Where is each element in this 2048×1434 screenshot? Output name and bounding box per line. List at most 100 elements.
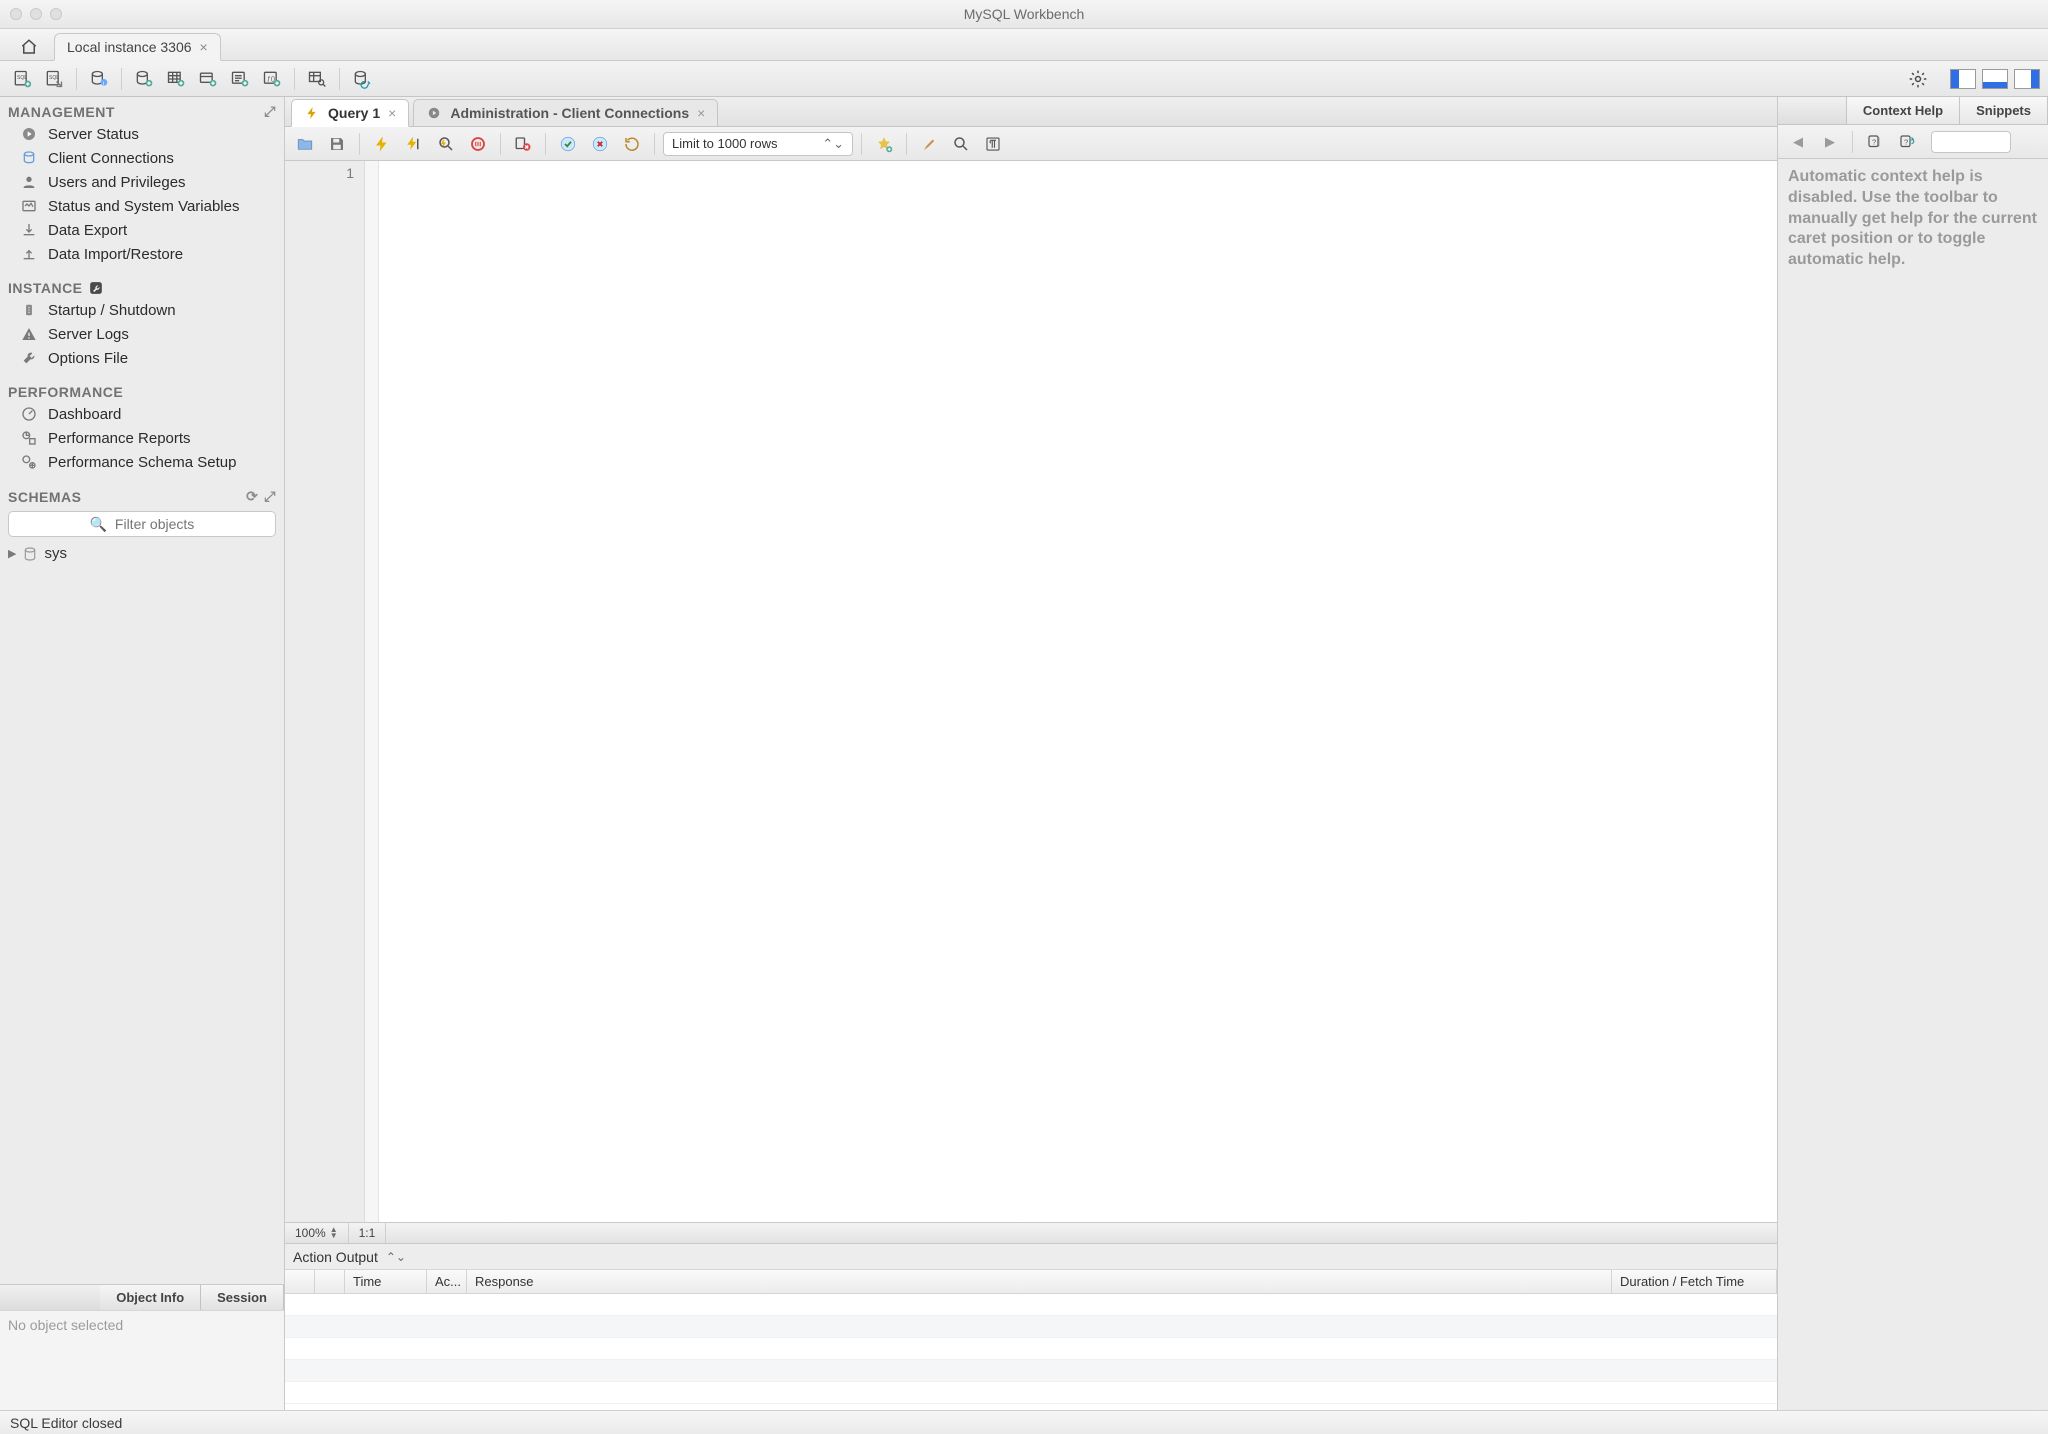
schemas-header-label: SCHEMAS [8, 489, 82, 505]
tab-context-help[interactable]: Context Help [1847, 97, 1960, 124]
table-row[interactable] [285, 1360, 1777, 1382]
nav-performance-reports[interactable]: Performance Reports [0, 426, 284, 450]
nav-label: Status and System Variables [48, 198, 239, 215]
zoom-cell[interactable]: 100% ▲▼ [285, 1223, 349, 1243]
help-back-button[interactable]: ◀ [1784, 129, 1812, 155]
manual-help-button[interactable]: ? [1861, 129, 1889, 155]
tab-label: Query 1 [328, 105, 380, 121]
open-file-button[interactable] [291, 131, 319, 157]
svg-text:SQL: SQL [17, 75, 27, 81]
new-table-button[interactable] [162, 66, 190, 92]
commit-icon [559, 135, 577, 153]
output-type-label[interactable]: Action Output [293, 1249, 378, 1265]
editor-tab-query1[interactable]: Query 1 × [291, 99, 409, 127]
beautify-sql-button[interactable] [915, 131, 943, 157]
new-view-button[interactable] [194, 66, 222, 92]
new-procedure-button[interactable] [226, 66, 254, 92]
row-limit-label: Limit to 1000 rows [672, 136, 778, 151]
col-response[interactable]: Response [467, 1270, 1612, 1293]
disclosure-triangle-icon[interactable]: ▶ [8, 547, 16, 560]
nav-client-connections[interactable]: Client Connections [0, 146, 284, 170]
find-button[interactable] [947, 131, 975, 157]
execute-button[interactable] [368, 131, 396, 157]
save-file-button[interactable] [323, 131, 351, 157]
commit-button[interactable] [554, 131, 582, 157]
close-icon[interactable]: × [388, 105, 396, 121]
schema-label: sys [44, 545, 67, 562]
lightning-icon [373, 135, 391, 153]
broom-icon [920, 135, 938, 153]
chevron-updown-icon[interactable]: ⌃⌄ [386, 1250, 406, 1264]
table-row[interactable] [285, 1316, 1777, 1338]
nav-startup-shutdown[interactable]: Startup / Shutdown [0, 298, 284, 322]
explain-button[interactable] [432, 131, 460, 157]
close-icon[interactable]: × [200, 39, 208, 55]
refresh-icon[interactable]: ⟳ [246, 488, 258, 505]
zoom-stepper[interactable]: ▲▼ [330, 1227, 338, 1239]
toggle-right-panel-button[interactable] [2014, 69, 2040, 89]
nav-server-status[interactable]: Server Status [0, 122, 284, 146]
col-action[interactable]: Ac... [427, 1270, 467, 1293]
home-tab[interactable] [8, 32, 50, 60]
connection-tabs: Local instance 3306 × [0, 29, 2048, 61]
help-forward-button[interactable]: ▶ [1816, 129, 1844, 155]
auto-help-button[interactable]: ? [1893, 129, 1921, 155]
nav-data-export[interactable]: Data Export [0, 218, 284, 242]
nav-dashboard[interactable]: Dashboard [0, 402, 284, 426]
open-sql-file-button[interactable]: SQL [40, 66, 68, 92]
tab-session[interactable]: Session [201, 1285, 284, 1310]
toggle-whitespace-button[interactable] [979, 131, 1007, 157]
expand-icon[interactable]: ⤢ [264, 103, 276, 120]
help-search-input[interactable] [1931, 131, 2011, 153]
col-time[interactable]: Time [345, 1270, 427, 1293]
col-status[interactable] [285, 1270, 315, 1293]
nav-label: Data Export [48, 222, 127, 239]
col-index[interactable] [315, 1270, 345, 1293]
zoom-window-button[interactable] [50, 8, 62, 20]
reconnect-button[interactable] [348, 66, 376, 92]
nav-users-privileges[interactable]: Users and Privileges [0, 170, 284, 194]
close-window-button[interactable] [10, 8, 22, 20]
nav-label: Dashboard [48, 406, 121, 423]
preferences-button[interactable] [1904, 65, 1932, 93]
toggle-bottom-panel-button[interactable] [1982, 69, 2008, 89]
nav-data-import[interactable]: Data Import/Restore [0, 242, 284, 266]
autocommit-button[interactable] [618, 131, 646, 157]
close-icon[interactable]: × [697, 105, 705, 121]
toggle-stop-on-error-button[interactable] [509, 131, 537, 157]
inspector-button[interactable]: i [85, 66, 113, 92]
nav-server-logs[interactable]: Server Logs [0, 322, 284, 346]
svg-text:SQL: SQL [49, 75, 59, 81]
connection-tab[interactable]: Local instance 3306 × [54, 33, 221, 61]
editor-tab-admin-connections[interactable]: Administration - Client Connections × [413, 99, 718, 127]
table-row[interactable] [285, 1294, 1777, 1316]
new-sql-tab-button[interactable]: SQL [8, 66, 36, 92]
schema-item-sys[interactable]: ▶ sys [8, 545, 276, 562]
col-duration[interactable]: Duration / Fetch Time [1612, 1270, 1777, 1293]
rollback-button[interactable] [586, 131, 614, 157]
tab-object-info[interactable]: Object Info [100, 1285, 201, 1310]
table-row[interactable] [285, 1382, 1777, 1404]
new-schema-button[interactable] [130, 66, 158, 92]
search-table-data-button[interactable] [303, 66, 331, 92]
stop-button[interactable] [464, 131, 492, 157]
navigator-sidebar: MANAGEMENT ⤢ Server Status Client Connec… [0, 97, 285, 1410]
expand-icon[interactable]: ⤢ [264, 488, 276, 505]
minimize-window-button[interactable] [30, 8, 42, 20]
sql-editor[interactable]: 1 [285, 161, 1777, 1222]
db-reconnect-icon [351, 69, 373, 89]
row-limit-select[interactable]: Limit to 1000 rows ⌃⌄ [663, 132, 853, 156]
schema-filter-input[interactable] [8, 511, 276, 537]
nav-status-variables[interactable]: Status and System Variables [0, 194, 284, 218]
new-function-button[interactable]: ƒ() [258, 66, 286, 92]
beautify-button[interactable] [870, 131, 898, 157]
tab-snippets[interactable]: Snippets [1960, 97, 2048, 124]
toggle-left-panel-button[interactable] [1950, 69, 1976, 89]
nav-performance-schema-setup[interactable]: Performance Schema Setup [0, 450, 284, 474]
table-row[interactable] [285, 1338, 1777, 1360]
code-area[interactable] [379, 161, 1777, 1222]
lightning-cursor-icon [404, 135, 424, 153]
object-info-empty: No object selected [0, 1310, 284, 1410]
execute-current-button[interactable] [400, 131, 428, 157]
nav-options-file[interactable]: Options File [0, 346, 284, 370]
